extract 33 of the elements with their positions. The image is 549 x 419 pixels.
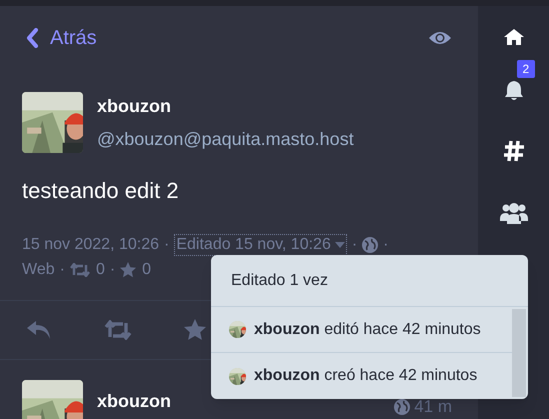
star-icon <box>120 262 136 278</box>
history-entry[interactable]: xbouzon editó hace 42 minutos <box>211 307 512 353</box>
home-icon[interactable] <box>502 28 524 46</box>
boost-icon <box>70 263 90 277</box>
back-link[interactable]: Atrás <box>26 23 97 53</box>
bell-icon[interactable] <box>502 80 524 102</box>
separator-dot: · <box>110 260 116 280</box>
caret-down-icon <box>334 242 345 248</box>
globe-icon <box>362 237 378 253</box>
meta-text: 15 nov 2022, 10:26 <box>22 235 160 255</box>
relative-time: 41 m <box>414 397 452 417</box>
separator-dot: · <box>383 235 388 255</box>
display-name[interactable]: xbouzon <box>97 380 171 415</box>
separator-dot: · <box>60 260 65 280</box>
separator-dot: · <box>164 235 170 255</box>
hashtag-icon[interactable] <box>502 140 524 162</box>
status-text: testeando edit 2 <box>21 177 180 205</box>
display-name[interactable]: xbouzon <box>97 92 354 120</box>
boost-count: 0 <box>96 260 105 280</box>
history-entry[interactable]: xbouzon creó hace 42 minutos <box>211 353 512 399</box>
chevron-left-icon <box>26 28 38 48</box>
favourite-count: 0 <box>142 260 152 280</box>
entry-text: xbouzon editó hace 42 minutos <box>254 320 481 340</box>
globe-icon <box>394 399 410 415</box>
menu-header: Editado 1 vez <box>211 255 528 307</box>
eye-icon[interactable] <box>428 30 452 46</box>
meta-text: Web <box>22 260 55 280</box>
people-icon[interactable] <box>500 202 528 224</box>
notification-badge: 2 <box>514 58 538 80</box>
account-handle[interactable]: @xbouzon@paquita.masto.host <box>97 126 354 152</box>
star-icon[interactable] <box>184 319 206 341</box>
separator-dot: · <box>352 235 358 255</box>
entry-text: xbouzon creó hace 42 minutos <box>254 366 478 386</box>
